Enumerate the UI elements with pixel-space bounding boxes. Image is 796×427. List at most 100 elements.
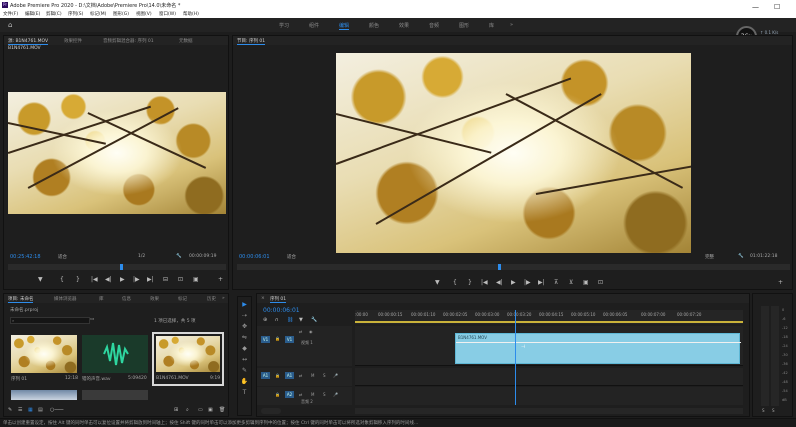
eye-icon[interactable]: ◉ xyxy=(309,329,313,334)
track-target-a2[interactable]: A2 xyxy=(285,391,294,398)
timeline-timecode[interactable]: 00:00:06:01 xyxy=(263,307,300,314)
tab-history[interactable]: 历史 xyxy=(207,296,216,302)
mark-in-button[interactable]: { xyxy=(60,276,64,283)
tab-metadata[interactable]: 元数据 xyxy=(179,38,193,44)
workspace-libraries[interactable]: 库 xyxy=(489,22,494,29)
menu-edit[interactable]: 编辑(E) xyxy=(25,11,40,17)
add-button[interactable]: + xyxy=(778,279,783,286)
source-scrubber[interactable] xyxy=(8,264,226,270)
linked-selection-icon[interactable]: ⛓ xyxy=(287,317,293,323)
slip-tool-icon[interactable]: ↔ xyxy=(238,356,251,367)
project-item[interactable]: 序列 01 12:18 xyxy=(11,335,78,385)
freeform-view-icon[interactable]: ▤ xyxy=(38,407,43,413)
program-resolution-select[interactable]: 完整 xyxy=(705,254,714,260)
work-area-bar[interactable] xyxy=(355,321,743,323)
add-button[interactable]: + xyxy=(218,276,223,283)
ripple-edit-tool-icon[interactable]: ✥ xyxy=(238,323,251,334)
project-item-selected[interactable]: B1N4761.MOV 9:19 xyxy=(152,332,224,386)
tab-media-browser[interactable]: 媒体浏览器 xyxy=(54,296,77,302)
microphone-icon[interactable]: 🎤 xyxy=(333,373,338,378)
workspace-color[interactable]: 颜色 xyxy=(369,22,379,29)
tab-info[interactable]: 信息 xyxy=(122,296,131,302)
delete-icon[interactable]: 🗑 xyxy=(219,407,225,413)
lock-icon[interactable]: 🔒 xyxy=(275,373,280,378)
close-icon[interactable]: × xyxy=(261,296,265,301)
program-playhead[interactable] xyxy=(498,264,501,270)
solo-toggle[interactable]: S xyxy=(323,373,326,378)
source-patch-a1[interactable]: A1 xyxy=(261,372,270,379)
workspace-more-button[interactable]: » xyxy=(510,22,513,28)
marker-button[interactable]: ▼ xyxy=(38,276,43,283)
automate-icon[interactable]: ⊞ xyxy=(174,407,178,413)
goto-in-button[interactable]: |◀ xyxy=(91,276,98,283)
program-scrubber[interactable] xyxy=(237,264,790,270)
microphone-icon[interactable]: 🎤 xyxy=(333,392,338,397)
new-bin-icon[interactable]: ▭ xyxy=(198,407,203,413)
source-timecode[interactable]: 00:25:42:18 xyxy=(10,254,41,260)
workspace-learn[interactable]: 学习 xyxy=(279,22,289,29)
tab-project[interactable]: 项目: 未命名 xyxy=(8,296,34,303)
new-bin-icon[interactable]: ▭ xyxy=(90,317,94,322)
lock-icon[interactable]: 🔒 xyxy=(275,336,280,341)
lock-icon[interactable]: 🔒 xyxy=(275,392,280,397)
step-forward-button[interactable]: |▶ xyxy=(133,276,140,283)
nest-icon[interactable]: ⊕ xyxy=(263,317,267,323)
maximize-button[interactable]: ☐ xyxy=(774,3,780,11)
play-button[interactable]: ▶ xyxy=(120,276,125,283)
solo-toggle[interactable]: S xyxy=(323,392,326,397)
track-lane-a2[interactable] xyxy=(355,387,743,405)
wrench-icon[interactable]: 🔧 xyxy=(176,254,182,259)
wrench-icon[interactable]: 🔧 xyxy=(738,254,744,259)
tab-markers[interactable]: 标记 xyxy=(178,296,187,302)
menu-view[interactable]: 视图(V) xyxy=(136,11,152,17)
sync-lock-icon[interactable]: ⇄ xyxy=(299,329,302,334)
track-lane-a1[interactable] xyxy=(355,368,743,386)
add-marker-icon[interactable]: ▼ xyxy=(299,317,303,323)
source-fit-select[interactable]: 适合 xyxy=(58,254,67,260)
snap-icon[interactable]: ∩ xyxy=(275,317,279,323)
timeline-playhead[interactable] xyxy=(515,310,516,405)
track-select-tool-icon[interactable]: ⇢ xyxy=(238,312,251,323)
track-target-a1[interactable]: A1 xyxy=(285,372,294,379)
menu-window[interactable]: 窗口(W) xyxy=(159,11,176,17)
project-item[interactable]: 错的声音.wav 5:09420 xyxy=(82,335,150,385)
step-back-button[interactable]: ◀| xyxy=(105,276,112,283)
step-forward-button[interactable]: |▶ xyxy=(524,279,531,286)
sync-lock-icon[interactable]: ⇄ xyxy=(299,373,302,378)
menu-graphics[interactable]: 图形(G) xyxy=(113,11,129,17)
new-item-icon[interactable]: ▣ xyxy=(208,407,213,413)
selection-tool-icon[interactable]: ▶ xyxy=(238,301,251,312)
menu-file[interactable]: 文件(F) xyxy=(3,11,18,17)
project-search-input[interactable]: ⌕ xyxy=(10,317,90,324)
tab-libraries[interactable]: 库 xyxy=(99,296,104,302)
zoom-scrollbar[interactable] xyxy=(261,408,281,414)
project-more-button[interactable]: » xyxy=(222,296,225,301)
workspace-effects[interactable]: 效果 xyxy=(399,22,409,29)
icon-view-icon[interactable]: ▦ xyxy=(28,407,33,413)
rolling-edit-tool-icon[interactable]: ⇋ xyxy=(238,334,251,345)
tab-effects[interactable]: 效果 xyxy=(150,296,159,302)
clip-v1[interactable]: B1N4761.MOV xyxy=(455,333,741,364)
workspace-editing[interactable]: 编辑 xyxy=(339,22,350,30)
settings-wrench-icon[interactable]: 🔧 xyxy=(311,317,317,323)
tab-effect-controls[interactable]: 效果控件 xyxy=(64,38,82,44)
timeline-scrollbar[interactable] xyxy=(355,408,743,414)
pen-tool-icon[interactable]: ✎ xyxy=(238,367,251,378)
minimize-button[interactable]: — xyxy=(752,3,759,11)
type-tool-icon[interactable]: T xyxy=(238,389,251,400)
insert-button[interactable]: ⊟ xyxy=(163,276,168,283)
extract-button[interactable]: ⊻ xyxy=(569,279,573,286)
export-frame-button[interactable]: ▣ xyxy=(583,279,589,286)
find-icon[interactable]: ⌕ xyxy=(186,407,189,413)
write-protect-icon[interactable]: ✎ xyxy=(8,407,12,413)
hand-tool-icon[interactable]: ✋ xyxy=(238,378,251,389)
razor-tool-icon[interactable]: ◆ xyxy=(238,345,251,356)
source-playhead[interactable] xyxy=(120,264,123,270)
tab-source[interactable]: 源: B1N4761.MOV xyxy=(8,38,49,45)
source-patch-v1[interactable]: V1 xyxy=(261,336,270,343)
menu-help[interactable]: 帮助(H) xyxy=(183,11,199,17)
menu-marker[interactable]: 标记(M) xyxy=(90,11,106,17)
tab-program[interactable]: 节目: 序列 01 xyxy=(237,38,266,45)
zoom-slider[interactable]: ○─── xyxy=(50,407,63,413)
mark-in-button[interactable]: { xyxy=(453,279,457,286)
